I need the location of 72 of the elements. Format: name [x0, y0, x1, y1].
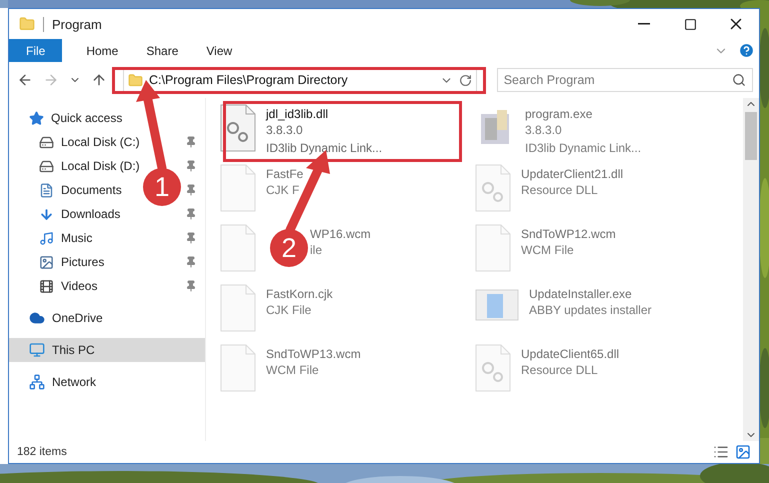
settings-file-icon [475, 164, 511, 212]
drive-icon [39, 134, 54, 150]
window-title: Program [43, 16, 102, 32]
file-icon [220, 164, 256, 212]
tiles-view-icon[interactable] [735, 444, 751, 460]
address-path: C:\Program Files\Program Directory [149, 73, 349, 87]
file-detail: ABBY updates installer [529, 302, 652, 319]
file-detail: ID3lib Dynamic Link... [525, 140, 642, 157]
settings-file-icon [475, 344, 511, 392]
file-name[interactable]: FastKorn.cjk [266, 287, 333, 301]
file-detail: 3.8.3.0 [525, 122, 563, 139]
file-name[interactable]: program.exe [525, 107, 642, 121]
help-icon[interactable] [738, 42, 755, 59]
sidebar-item[interactable]: Music [61, 231, 92, 245]
search-field[interactable]: Search Program [496, 68, 753, 92]
sidebar-item[interactable]: This PC [52, 343, 95, 357]
file-icon [220, 224, 256, 272]
document-icon [39, 182, 54, 198]
file-detail: CJK File [266, 302, 312, 319]
details-view-icon[interactable] [713, 444, 729, 460]
maximize-icon [684, 18, 696, 30]
file-icon [475, 224, 511, 272]
file-menu-button[interactable]: File [9, 39, 62, 62]
file-name[interactable]: jdl_id3lib.dll [266, 107, 382, 121]
file-name[interactable]: UpdaterClient21.dll [521, 167, 624, 181]
sidebar-item[interactable]: Downloads [61, 207, 120, 221]
picture-icon [39, 254, 54, 270]
file-detail: Resource DLL [521, 362, 599, 379]
ribbon-tab[interactable]: View [192, 39, 246, 62]
file-detail: 3.8.3.0 [266, 122, 304, 139]
sidebar-item[interactable]: OneDrive [52, 311, 103, 325]
sidebar-item[interactable]: Local Disk (D:) [61, 159, 140, 173]
file-name[interactable]: UpdateClient65.dll [521, 347, 620, 361]
scrollbar[interactable] [743, 98, 759, 441]
ribbon-tab[interactable]: Home [72, 39, 132, 62]
sidebar-item[interactable]: Documents [61, 183, 122, 197]
file-detail: ile [310, 242, 324, 259]
scroll-thumb[interactable] [745, 112, 757, 160]
network-icon [29, 374, 45, 390]
file-name[interactable]: SndToWP12.wcm [521, 227, 616, 241]
cloud-icon [29, 310, 45, 326]
file-name[interactable]: UpdateInstaller.exe [529, 287, 652, 301]
item-count: 182 items [17, 446, 67, 458]
computer-icon [29, 342, 45, 358]
file-icon [220, 284, 256, 332]
back-icon [17, 72, 33, 88]
file-icon [220, 344, 256, 392]
minimize-icon [638, 23, 650, 25]
sidebar-item[interactable]: Videos [61, 279, 98, 293]
drive-icon [39, 158, 54, 174]
sidebar-item[interactable]: Quick access [51, 111, 122, 125]
file-detail: WCM File [521, 242, 575, 259]
settings-file-icon [220, 104, 256, 152]
sidebar-item[interactable]: Pictures [61, 255, 104, 269]
file-detail: WCM File [266, 362, 320, 379]
file-detail: CJK F [266, 182, 300, 199]
music-icon [39, 230, 54, 246]
download-icon [39, 206, 54, 222]
ribbon-tab[interactable]: Share [132, 39, 192, 62]
file-detail: Resource DLL [521, 182, 599, 199]
folder-icon [128, 72, 143, 88]
refresh-icon[interactable] [458, 74, 472, 86]
file-detail: ID3lib Dynamic Link... [266, 140, 382, 157]
file-name[interactable]: SndToWP13.wcm [266, 347, 361, 361]
file-name[interactable]: WP16.wcm [310, 227, 371, 241]
sidebar-item[interactable]: Network [52, 375, 96, 389]
sidebar-item[interactable]: Local Disk (C:) [61, 135, 140, 149]
file-name[interactable]: FastFe [266, 167, 304, 181]
search-icon [732, 73, 746, 87]
film-icon [39, 278, 54, 294]
forward-icon [43, 72, 59, 88]
star-icon [29, 110, 44, 126]
